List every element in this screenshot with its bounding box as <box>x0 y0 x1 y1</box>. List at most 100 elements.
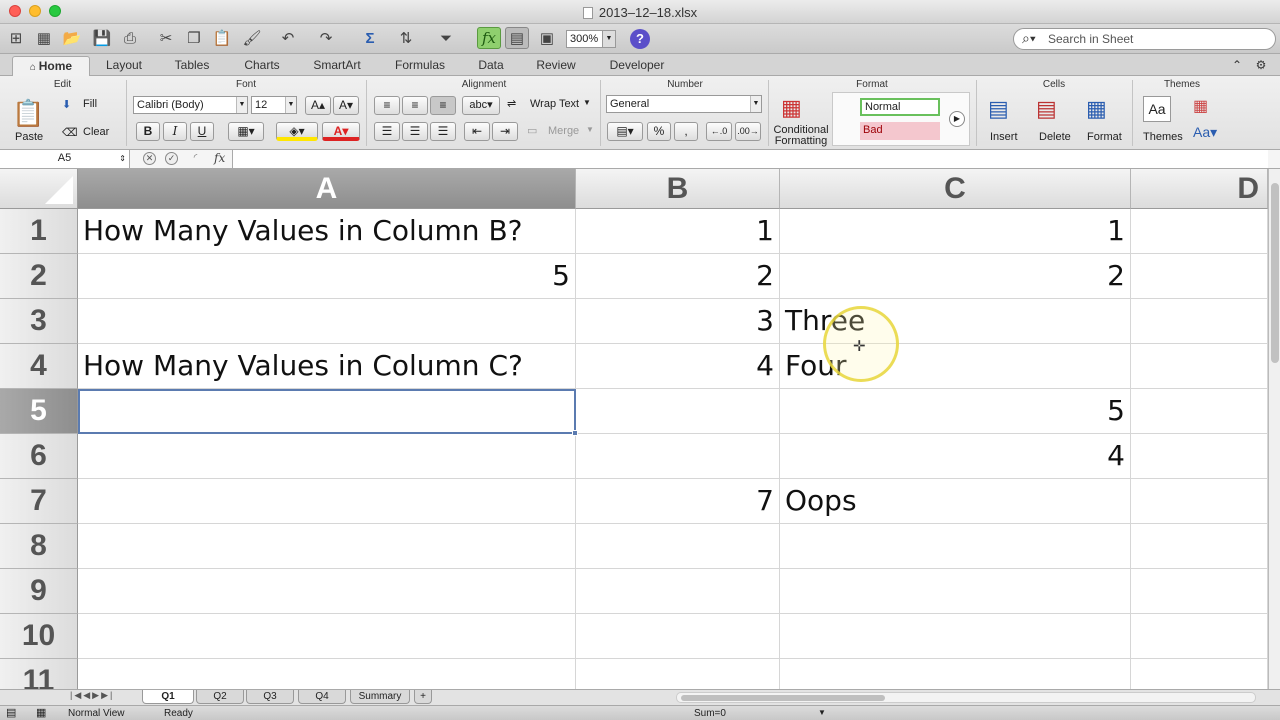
cell-b4[interactable]: 4 <box>576 344 780 389</box>
cell-b10[interactable] <box>576 614 780 659</box>
style-bad[interactable]: Bad <box>860 122 940 140</box>
cell-a6[interactable] <box>78 434 576 479</box>
insert-function-icon[interactable]: fx <box>214 151 225 165</box>
tab-developer[interactable]: Developer <box>600 56 674 76</box>
sum-status[interactable]: Sum=0 <box>694 708 726 719</box>
cancel-entry-icon[interactable]: ✕ <box>143 152 156 165</box>
cell-d8[interactable] <box>1131 524 1268 569</box>
styles-next-icon[interactable]: ▶ <box>949 111 965 127</box>
decrease-indent-button[interactable]: ⇤ <box>464 122 490 141</box>
row-header-5[interactable]: 5 <box>0 389 78 434</box>
align-center-button[interactable]: ☰ <box>402 122 428 141</box>
vertical-scroll-thumb[interactable] <box>1271 183 1279 363</box>
cell-d4[interactable] <box>1131 344 1268 389</box>
align-middle-button[interactable]: ≡ <box>402 96 428 115</box>
shrink-font-button[interactable]: A▾ <box>333 96 359 115</box>
font-size-select[interactable]: 12 ▼ <box>251 96 297 114</box>
row-header-3[interactable]: 3 <box>0 299 78 344</box>
theme-colors-icon[interactable]: ▦ <box>1193 96 1208 116</box>
align-right-button[interactable]: ☰ <box>430 122 456 141</box>
column-header-d[interactable]: D <box>1131 169 1268 209</box>
sheet-tab-q2[interactable]: Q2 <box>196 690 244 704</box>
cell-a7[interactable] <box>78 479 576 524</box>
cell-b6[interactable] <box>576 434 780 479</box>
horizontal-scrollbar[interactable] <box>676 692 1256 703</box>
search-in-sheet-input[interactable]: ⌕▾ Search in Sheet <box>1013 28 1276 50</box>
clear-button[interactable]: Clear <box>83 126 109 138</box>
format-painter-icon[interactable]: 🖌 <box>240 27 264 49</box>
text-orientation-button[interactable]: abc▾ <box>462 96 500 115</box>
sort-icon[interactable]: ⇅ <box>394 27 418 49</box>
cell-a11[interactable] <box>78 659 576 689</box>
paste-button[interactable]: Paste <box>15 131 43 143</box>
conditional-formatting-button[interactable]: Conditional Formatting <box>772 125 830 147</box>
cell-d9[interactable] <box>1131 569 1268 614</box>
cell-b5[interactable] <box>576 389 780 434</box>
toolbox-icon[interactable]: ▤ <box>505 27 529 49</box>
column-header-b[interactable]: B <box>576 169 780 209</box>
cell-c1[interactable]: 1 <box>780 209 1131 254</box>
zoom-dropdown[interactable]: ▼ <box>602 30 616 48</box>
horizontal-scroll-thumb[interactable] <box>681 695 885 701</box>
cell-b2[interactable]: 2 <box>576 254 780 299</box>
column-header-a[interactable]: A <box>78 169 576 209</box>
cell-b3[interactable]: 3 <box>576 299 780 344</box>
row-header-7[interactable]: 7 <box>0 479 78 524</box>
formula-builder-icon[interactable]: fx <box>477 27 501 49</box>
row-header-2[interactable]: 2 <box>0 254 78 299</box>
number-format-select[interactable]: General ▼ <box>606 95 762 113</box>
style-normal[interactable]: Normal <box>860 98 940 116</box>
tab-data[interactable]: Data <box>470 56 512 76</box>
comma-style-button[interactable]: , <box>674 122 698 141</box>
grow-font-button[interactable]: A▴ <box>305 96 331 115</box>
cell-b8[interactable] <box>576 524 780 569</box>
cell-c6[interactable]: 4 <box>780 434 1131 479</box>
ribbon-settings-icon[interactable]: ⚙ <box>1252 56 1270 76</box>
print-icon[interactable]: ⎙ <box>118 27 142 49</box>
delete-button[interactable]: Delete <box>1039 131 1071 143</box>
paste-large-icon[interactable]: 📋 <box>12 98 44 129</box>
cell-c5[interactable]: 5 <box>780 389 1131 434</box>
borders-button[interactable]: ▦▾ <box>228 122 264 141</box>
worksheet-grid[interactable]: A B C D 1 How Many Values in Column B? 1 1 2… <box>0 169 1268 689</box>
align-left-button[interactable]: ☰ <box>374 122 400 141</box>
font-color-button[interactable]: A▾ <box>322 122 360 141</box>
row-header-11[interactable]: 11 <box>0 659 78 689</box>
theme-fonts-button[interactable]: Aa▾ <box>1193 124 1217 141</box>
sheet-tab-q1[interactable]: Q1 <box>142 690 194 704</box>
font-name-select[interactable]: Calibri (Body) ▼ <box>133 96 248 114</box>
row-header-4[interactable]: 4 <box>0 344 78 389</box>
tab-review[interactable]: Review <box>528 56 584 76</box>
increase-decimal-button[interactable]: ←.0 <box>706 122 732 141</box>
chevron-down-icon[interactable]: ▼ <box>818 708 826 717</box>
open-icon[interactable]: 📂 <box>60 27 84 49</box>
column-header-c[interactable]: C <box>780 169 1131 209</box>
wrap-text-button[interactable]: Wrap Text <box>530 98 579 110</box>
media-browser-icon[interactable]: ▣ <box>535 27 559 49</box>
cell-d5[interactable] <box>1131 389 1268 434</box>
tab-layout[interactable]: Layout <box>96 56 152 76</box>
cell-a2[interactable]: 5 <box>78 254 576 299</box>
tab-tables[interactable]: Tables <box>164 56 220 76</box>
cell-a5[interactable] <box>78 389 576 434</box>
row-header-9[interactable]: 9 <box>0 569 78 614</box>
tab-smartart[interactable]: SmartArt <box>304 56 370 76</box>
cell-c2[interactable]: 2 <box>780 254 1131 299</box>
insert-button[interactable]: Insert <box>990 131 1018 143</box>
cell-b1[interactable]: 1 <box>576 209 780 254</box>
row-header-6[interactable]: 6 <box>0 434 78 479</box>
underline-button[interactable]: U <box>190 122 214 141</box>
cell-d11[interactable] <box>1131 659 1268 689</box>
format-button[interactable]: Format <box>1087 131 1122 143</box>
bold-button[interactable]: B <box>136 122 160 141</box>
sheet-nav-arrows-icon[interactable]: |◀◀▶▶| <box>70 690 114 701</box>
align-top-button[interactable]: ≡ <box>374 96 400 115</box>
cell-a10[interactable] <box>78 614 576 659</box>
page-layout-view-icon[interactable]: ▦ <box>36 706 46 719</box>
normal-view-icon[interactable]: ▤ <box>6 706 16 719</box>
tab-charts[interactable]: Charts <box>234 56 290 76</box>
accounting-format-button[interactable]: ▤▾ <box>607 122 643 141</box>
cell-a4[interactable]: How Many Values in Column C? <box>78 344 576 389</box>
italic-button[interactable]: I <box>163 122 187 141</box>
sheet-tab-summary[interactable]: Summary <box>350 690 410 704</box>
